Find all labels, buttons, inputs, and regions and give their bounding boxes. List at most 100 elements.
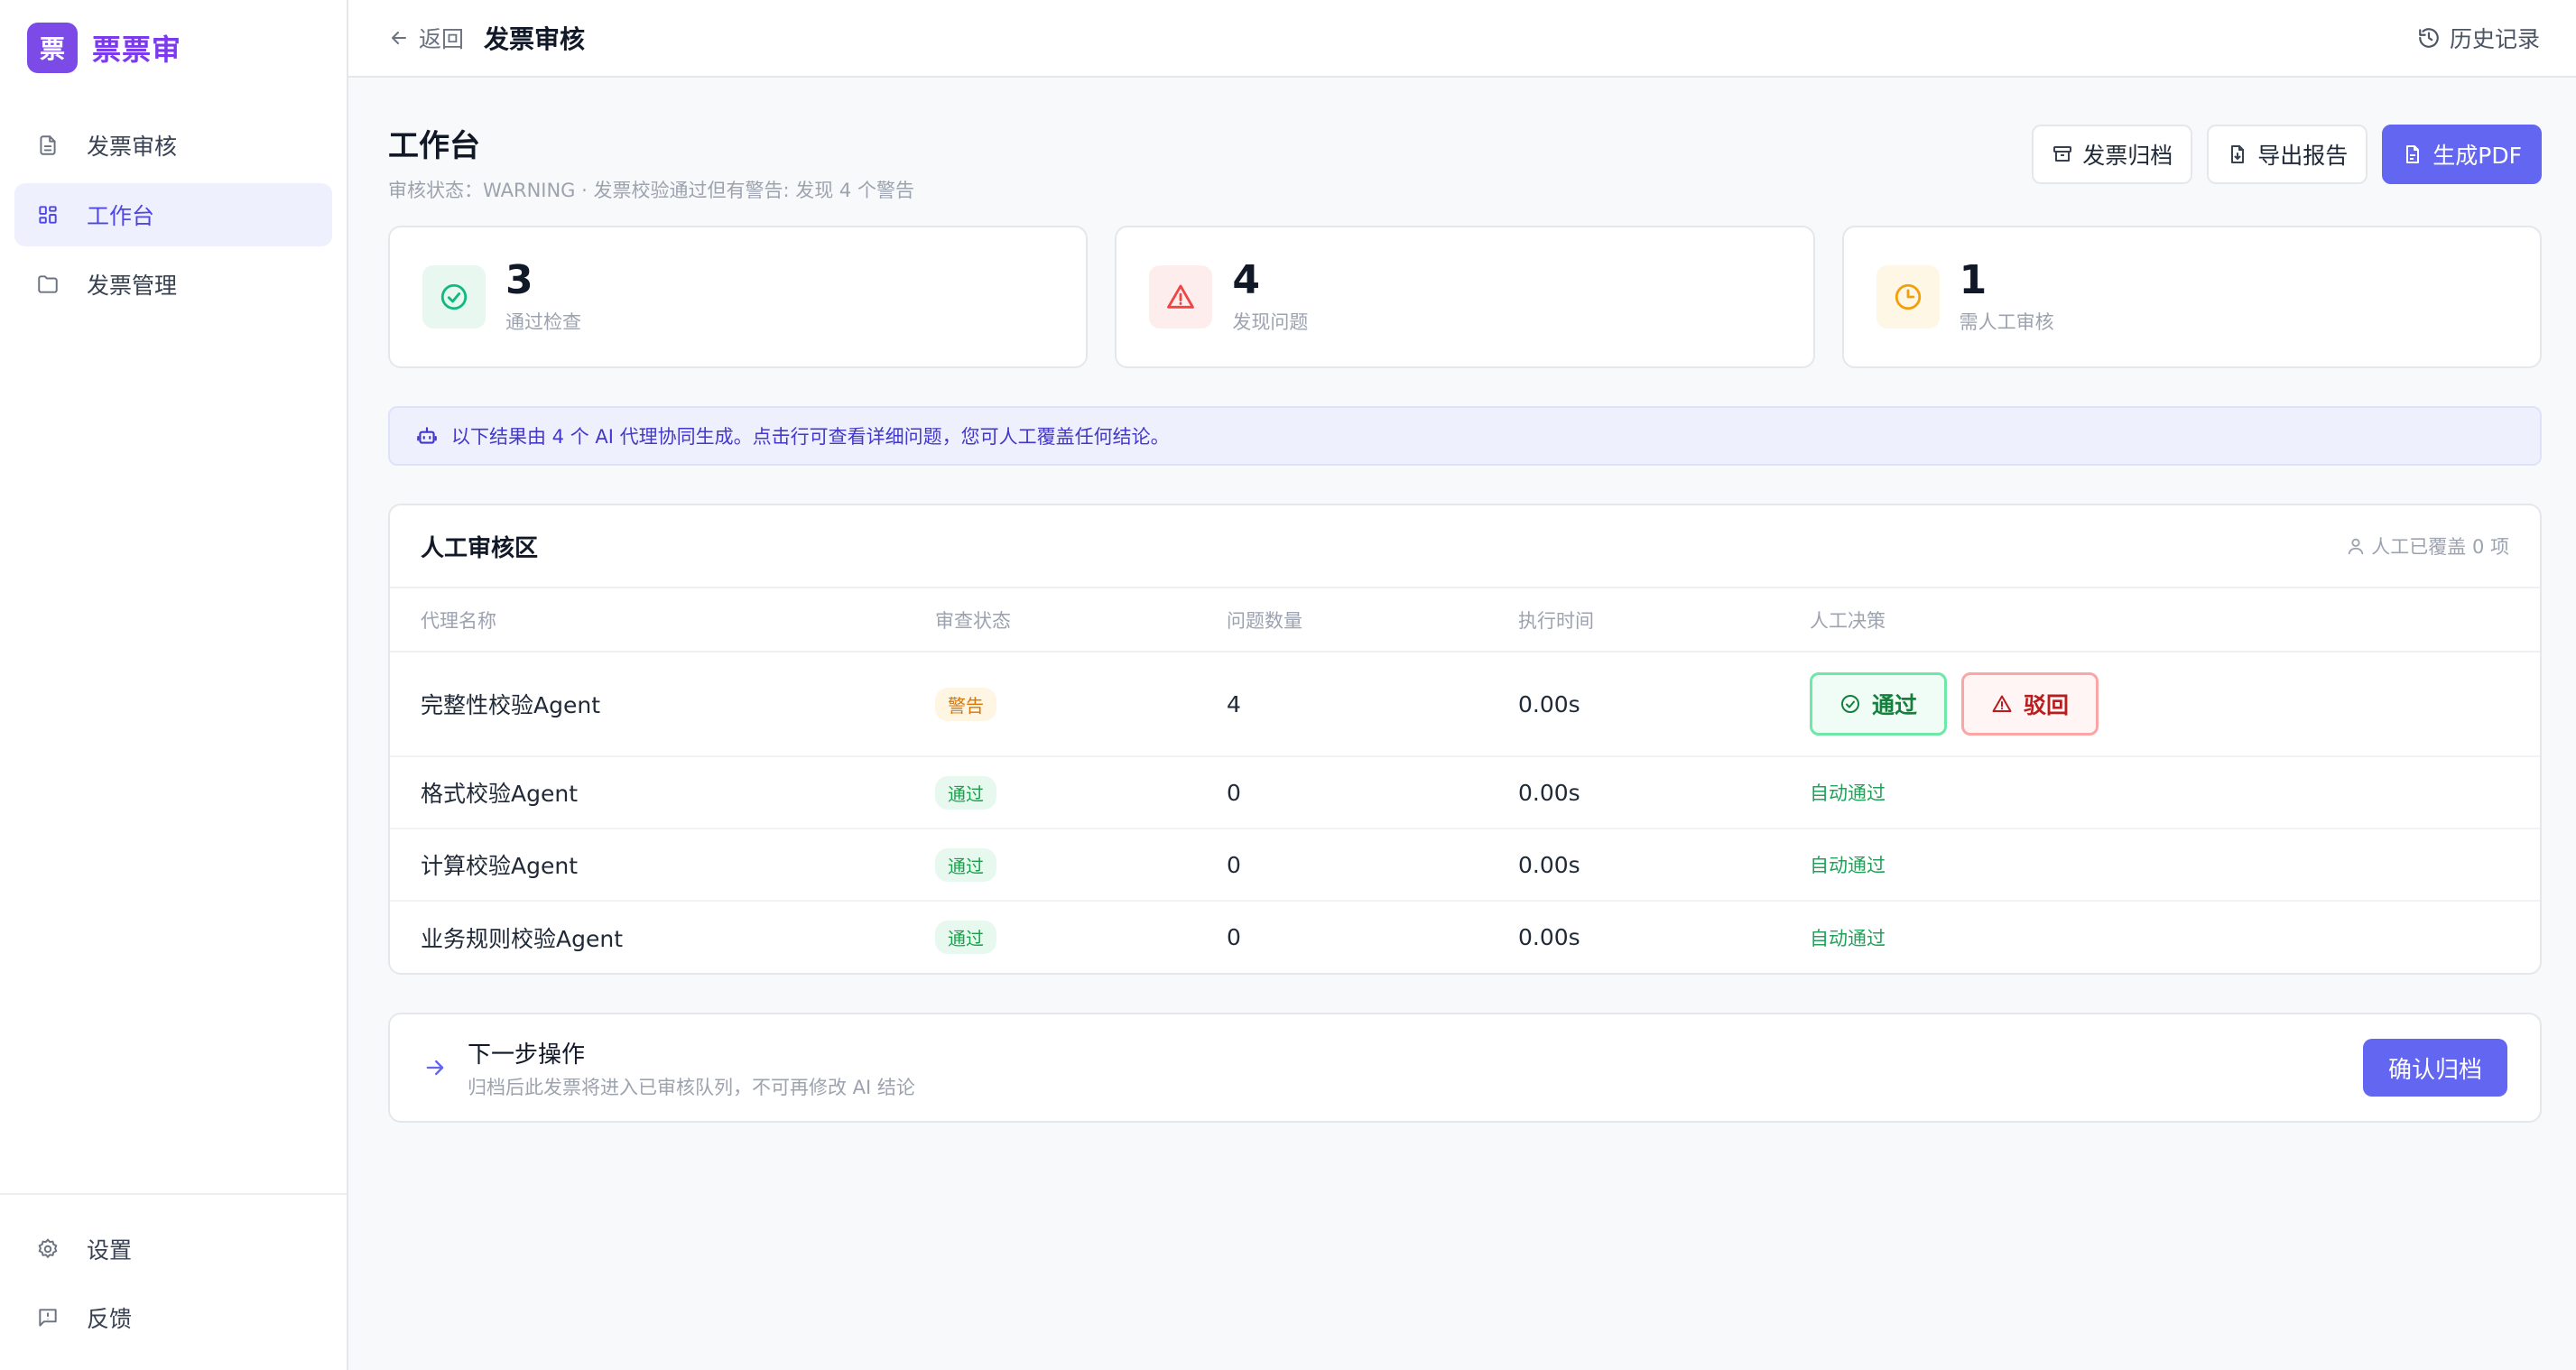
stat-card-passed: 3 通过检查 (388, 226, 1089, 368)
main: 返回 发票审核 历史记录 工作台 审核状态：WARNING · 发票校验通过但有… (348, 0, 2576, 1370)
column-header: 人工决策 (1810, 588, 2540, 653)
app-root: 票 票票审 发票审核 工作台 发票管理 设置 反馈 返回 发票审核 历史记录 工… (0, 0, 2576, 1370)
panel-header: 人工审核区 人工已覆盖 0 项 (390, 505, 2540, 588)
agent-name: 完整性校验Agent (390, 652, 935, 757)
robot-icon (417, 427, 437, 444)
notice-text: 以下结果由 4 个 AI 代理协同生成。点击行可查看详细问题，您可人工覆盖任何结… (451, 426, 1170, 448)
arrow-left-icon (392, 32, 406, 44)
status-badge: 通过 (935, 847, 996, 882)
warning-triangle-icon (1992, 695, 2012, 712)
history-button[interactable]: 历史记录 (2417, 22, 2540, 54)
sidebar-item-settings[interactable]: 设置 (14, 1215, 332, 1283)
brand-logo: 票 (27, 23, 78, 73)
agent-name: 格式校验Agent (390, 756, 935, 829)
column-header: 执行时间 (1518, 588, 1810, 653)
confirm-archive-button[interactable]: 确认归档 (2362, 1039, 2507, 1097)
sidebar-item-label: 工作台 (87, 203, 155, 229)
column-header: 问题数量 (1227, 588, 1518, 653)
reject-button[interactable]: 驳回 (1961, 672, 2099, 736)
topbar: 返回 发票审核 历史记录 (348, 0, 2576, 78)
back-button[interactable]: 返回 (388, 22, 464, 54)
grid-icon (34, 201, 61, 228)
history-label: 历史记录 (2449, 26, 2540, 52)
sidebar-item-invoice-management[interactable]: 发票管理 (14, 253, 332, 316)
execution-time: 0.00s (1518, 828, 1810, 902)
table-row[interactable]: 格式校验Agent 通过 0 0.00s 自动通过 (390, 756, 2540, 829)
back-label: 返回 (419, 26, 465, 52)
stats-row: 3 通过检查 4 发现问题 1 需人工审核 (388, 226, 2542, 368)
page-actions: 发票归档 导出报告 生成PDF (2032, 125, 2542, 184)
check-circle-icon (422, 265, 486, 329)
table-header-row: 代理名称 审查状态 问题数量 执行时间 人工决策 (390, 588, 2540, 653)
stat-label: 发现问题 (1232, 311, 1309, 334)
sidebar-item-label: 发票管理 (87, 273, 178, 299)
sidebar-item-label: 发票审核 (87, 134, 178, 160)
archive-invoice-button[interactable]: 发票归档 (2032, 125, 2193, 184)
column-header: 审查状态 (935, 588, 1227, 653)
history-icon (2419, 28, 2439, 48)
export-label: 导出报告 (2257, 143, 2349, 169)
execution-time: 0.00s (1518, 756, 1810, 829)
status-badge: 通过 (935, 775, 996, 810)
column-header: 代理名称 (390, 588, 935, 653)
stat-card-issues: 4 发现问题 (1115, 226, 1815, 368)
stat-card-manual-review: 1 需人工审核 (1841, 226, 2542, 368)
auto-pass-label: 自动通过 (1810, 927, 1886, 949)
sidebar-item-label: 设置 (87, 1237, 133, 1264)
next-step-title: 下一步操作 (468, 1041, 586, 1069)
agent-name: 计算校验Agent (390, 828, 935, 902)
issue-count: 0 (1227, 828, 1518, 902)
stat-value: 1 (1959, 256, 1988, 303)
table-row[interactable]: 完整性校验Agent 警告 4 0.00s 通过 驳回 (390, 652, 2540, 757)
stat-label: 通过检查 (505, 311, 581, 334)
page-title: 工作台 (388, 128, 480, 164)
export-report-button[interactable]: 导出报告 (2207, 125, 2368, 184)
arrow-right-icon (426, 1060, 444, 1076)
approve-button[interactable]: 通过 (1810, 672, 1948, 736)
feedback-icon (34, 1304, 61, 1331)
user-icon (2349, 538, 2364, 555)
execution-time: 0.00s (1518, 924, 1580, 950)
stat-value: 3 (505, 256, 533, 303)
check-circle-icon (1841, 695, 1859, 713)
generate-pdf-button[interactable]: 生成PDF (2382, 125, 2542, 184)
file-download-icon (2231, 145, 2245, 163)
execution-time: 0.00s (1518, 652, 1810, 757)
ai-notice-banner: 以下结果由 4 个 AI 代理协同生成。点击行可查看详细问题，您可人工覆盖任何结… (388, 406, 2542, 466)
archive-label: 发票归档 (2082, 143, 2173, 169)
sidebar-item-invoice-review[interactable]: 发票审核 (14, 114, 332, 177)
clock-icon (1876, 265, 1940, 329)
agent-name: 业务规则校验Agent (421, 925, 623, 952)
page-subtitle: 审核状态：WARNING · 发票校验通过但有警告: 发现 4 个警告 (388, 180, 914, 201)
archive-icon (2053, 146, 2072, 162)
topbar-title: 发票审核 (484, 24, 586, 54)
brand[interactable]: 票 票票审 (0, 0, 347, 96)
table-row[interactable]: 业务规则校验Agent 通过 0 0.00s 自动通过 (390, 901, 2540, 973)
issue-count: 4 (1227, 652, 1518, 757)
manual-review-panel: 人工审核区 人工已覆盖 0 项 代理名称 审查状态 问题数量 执行时间 人工决策 (388, 504, 2542, 975)
document-icon (34, 132, 61, 159)
reject-label: 驳回 (2024, 692, 2070, 718)
auto-pass-label: 自动通过 (1810, 855, 1886, 876)
stat-label: 需人工审核 (1959, 311, 2054, 334)
page-header: 工作台 审核状态：WARNING · 发票校验通过但有警告: 发现 4 个警告 … (388, 121, 2542, 201)
approve-label: 通过 (1872, 692, 1918, 718)
override-count: 人工已覆盖 0 项 (2346, 532, 2509, 560)
panel-title: 人工审核区 (421, 534, 539, 562)
folder-icon (34, 271, 61, 298)
override-count-label: 人工已覆盖 0 项 (2371, 536, 2509, 558)
brand-name: 票票审 (92, 32, 182, 67)
status-badge: 警告 (935, 687, 996, 721)
sidebar-item-feedback[interactable]: 反馈 (14, 1283, 332, 1352)
sidebar-footer: 设置 反馈 (0, 1193, 347, 1370)
sidebar-nav: 发票审核 工作台 发票管理 (0, 96, 347, 316)
sidebar-item-workbench[interactable]: 工作台 (14, 183, 332, 246)
next-step-panel: 下一步操作 归档后此发票将进入已审核队列，不可再修改 AI 结论 确认归档 (388, 1013, 2542, 1123)
sidebar-item-label: 反馈 (87, 1306, 133, 1332)
warning-triangle-icon (1149, 265, 1213, 329)
sidebar: 票 票票审 发票审核 工作台 发票管理 设置 反馈 (0, 0, 348, 1370)
table-row[interactable]: 计算校验Agent 通过 0 0.00s 自动通过 (390, 828, 2540, 902)
auto-pass-label: 自动通过 (1810, 782, 1886, 804)
issue-count: 0 (1227, 924, 1241, 950)
agent-table: 代理名称 审查状态 问题数量 执行时间 人工决策 完整性校验Agent 警告 4 (390, 588, 2540, 973)
